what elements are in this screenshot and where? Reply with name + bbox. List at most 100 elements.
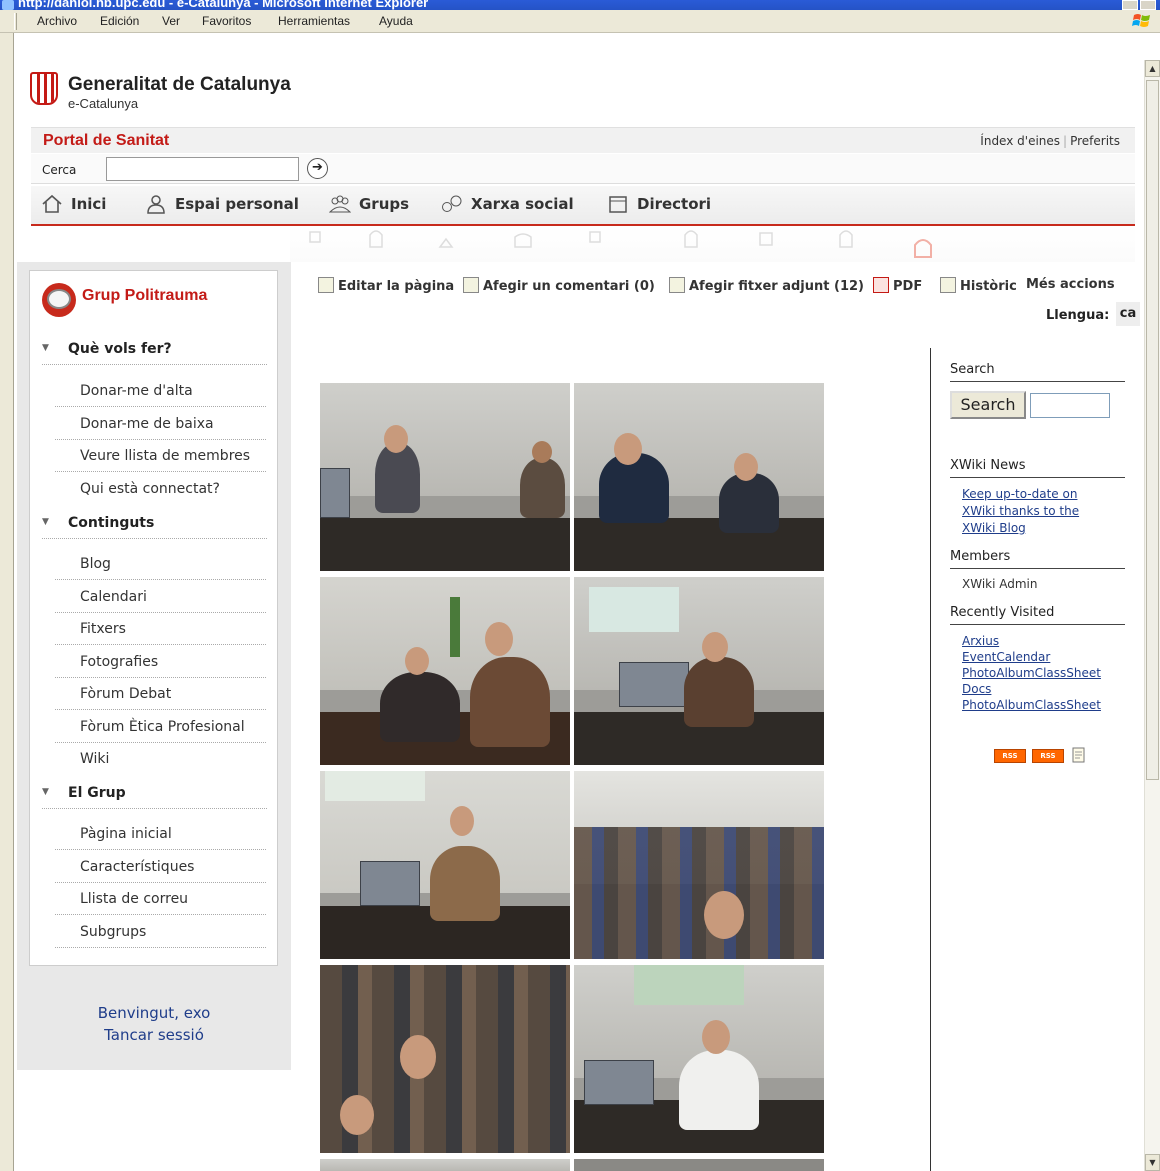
member-item[interactable]: XWiki Admin [962,577,1038,591]
window-titlebar: http://daniol.hb.upc.edu - e-Catalunya -… [0,0,1160,10]
vertical-scrollbar[interactable]: ▲ ▼ [1144,60,1160,1171]
menu-item-fitxers[interactable]: Fitxers [55,613,266,645]
comment-icon [463,277,479,293]
menu-item-llista-membres[interactable]: Veure llista de membres [55,440,266,472]
photo-thumbnail[interactable] [574,1159,824,1171]
language-value[interactable]: ca [1116,302,1140,326]
menu-item-fotografies[interactable]: Fotografies [55,646,266,678]
recent-link[interactable]: PhotoAlbumClassSheet [962,697,1101,714]
preferits-link[interactable]: Preferits [1070,134,1120,148]
recent-link[interactable]: EventCalendar [962,649,1050,666]
edit-page-button[interactable]: Editar la pàgina [318,277,454,294]
photo-thumbnail[interactable] [574,771,824,959]
menu-item-caracteristiques[interactable]: Característiques [55,851,266,883]
index-eines-link[interactable]: Índex d'eines [980,134,1060,148]
recent-link[interactable]: Arxius [962,633,999,650]
nav-grups[interactable]: Grups [329,194,409,218]
menu-item-donar-baixa[interactable]: Donar-me de baixa [55,408,266,440]
menu-item-forum-debat[interactable]: Fòrum Debat [55,678,266,710]
photo-thumbnail[interactable] [574,965,824,1153]
pdf-button[interactable]: PDF [873,277,922,294]
scroll-up-icon[interactable]: ▲ [1145,60,1160,77]
toolbar-label: Afegir un comentari (0) [483,279,655,294]
add-attachment-button[interactable]: Afegir fitxer adjunt (12) [669,277,864,294]
menu-item-subgrups[interactable]: Subgrups [55,916,266,948]
add-comment-button[interactable]: Afegir un comentari (0) [463,277,655,294]
minimize-button[interactable] [1122,0,1138,10]
menu-item-blog[interactable]: Blog [55,548,266,580]
menu-item-forum-etica[interactable]: Fòrum Ètica Profesional [55,711,266,743]
history-button[interactable]: Històric [940,277,1017,294]
menu-item-pagina-inicial[interactable]: Pàgina inicial [55,818,266,850]
menu-item-label: Qui està connectat? [80,481,220,497]
nav-directori[interactable]: Directori [607,194,711,218]
nav-label: Inici [71,195,107,213]
section-que-vols-fer[interactable]: ▼ Què vols fer? [42,337,267,365]
menu-item-calendari[interactable]: Calendari [55,581,266,613]
history-icon [940,277,956,293]
wiki-search-input[interactable] [1030,393,1110,418]
nav-inici[interactable]: Inici [41,194,106,218]
link-separator: | [1063,134,1068,148]
search-input[interactable] [106,157,299,181]
menu-grip [14,13,17,30]
section-el-grup[interactable]: ▼ El Grup [42,781,267,809]
scroll-thumb[interactable] [1146,80,1159,780]
nav-espai-personal[interactable]: Espai personal [145,194,299,218]
menu-item-label: Donar-me de baixa [80,416,214,432]
recent-link[interactable]: Docs [962,681,991,698]
menu-item-label: Calendari [80,589,147,605]
right-panel-divider [930,348,931,1171]
news-link-line[interactable]: XWiki Blog [962,520,1026,537]
group-icon [329,195,351,213]
portal-title[interactable]: Portal de Sanitat [43,132,169,150]
more-actions-button[interactable]: Més accions [1026,277,1115,292]
nav-xarxa-social[interactable]: Xarxa social [441,194,574,218]
nav-label: Xarxa social [471,195,574,213]
generalitat-logo [30,72,58,105]
attachment-icon [669,277,685,293]
photo-thumbnail[interactable] [320,771,570,959]
menu-favoritos[interactable]: Favoritos [202,14,251,28]
section-continguts[interactable]: ▼ Continguts [42,511,267,539]
menu-item-label: Fòrum Ètica Profesional [80,719,245,735]
menu-archivo[interactable]: Archivo [37,14,77,28]
social-network-icon [442,195,462,212]
menu-ayuda[interactable]: Ayuda [379,14,413,28]
menu-item-label: Llista de correu [80,891,189,907]
menu-herramientas[interactable]: Herramientas [278,14,350,28]
scroll-down-icon[interactable]: ▼ [1145,1154,1160,1171]
rss-feed-button[interactable]: RSS [1032,749,1064,763]
person-icon [147,195,165,214]
section-title: El Grup [68,785,126,801]
photo-thumbnail[interactable] [574,577,824,765]
photo-thumbnail[interactable] [320,1159,570,1171]
photo-thumbnail[interactable] [320,383,570,571]
menu-item-label: Fòrum Debat [80,686,172,702]
search-go-icon[interactable]: ➔ [307,158,328,179]
logout-link[interactable]: Tancar sessió [17,1024,291,1046]
menu-ver[interactable]: Ver [162,14,180,28]
menu-item-qui-connectat[interactable]: Qui està connectat? [55,473,266,505]
menu-item-label: Blog [80,556,111,572]
folder-icon [609,196,627,213]
rss-feed-button[interactable]: RSS [994,749,1026,763]
menu-item-donar-alta[interactable]: Donar-me d'alta [55,375,266,407]
collapse-arrow-icon: ▼ [42,787,49,797]
menu-edicion[interactable]: Edición [100,14,139,28]
menu-item-llista-correu[interactable]: Llista de correu [55,883,266,915]
language-selector: Llengua: ca [1046,302,1140,326]
maximize-button[interactable] [1140,0,1156,10]
photo-thumbnail[interactable] [574,383,824,571]
photo-thumbnail[interactable] [320,577,570,765]
feed-page-icon[interactable] [1071,747,1087,764]
search-button[interactable]: Search [950,391,1026,419]
photo-thumbnail[interactable] [320,965,570,1153]
news-link-line[interactable]: Keep up-to-date on [962,486,1077,503]
xwiki-news-heading: XWiki News [950,458,1125,478]
recent-link[interactable]: PhotoAlbumClassSheet [962,665,1101,682]
news-link-line[interactable]: XWiki thanks to the [962,503,1079,520]
menu-item-wiki[interactable]: Wiki [55,743,266,775]
window-frame-edge [14,33,16,1171]
group-title[interactable]: Grup Politrauma [82,287,207,305]
